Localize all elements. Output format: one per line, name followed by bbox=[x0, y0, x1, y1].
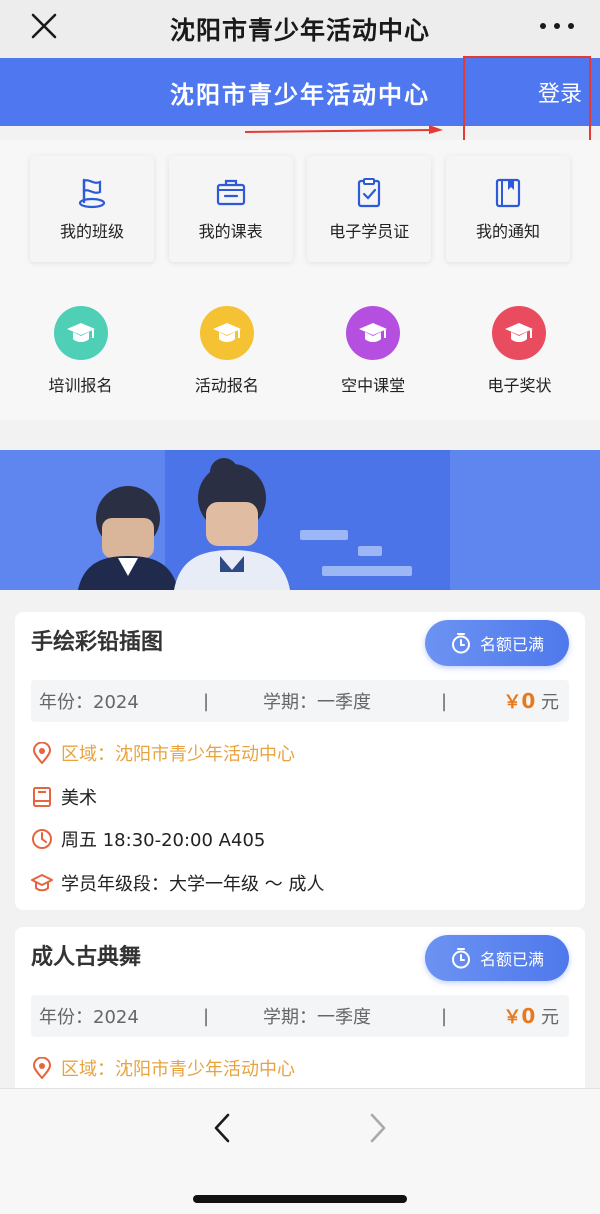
book-icon bbox=[33, 787, 51, 807]
banner-decoration bbox=[300, 530, 348, 540]
region-text: 区域：沈阳市青少年活动中心 bbox=[61, 1059, 295, 1080]
red-arrow-annotation bbox=[245, 125, 443, 134]
price-symbol: ￥ bbox=[503, 1007, 522, 1028]
notice-book-icon bbox=[495, 178, 521, 208]
banner-decoration bbox=[322, 566, 412, 576]
term-text: 学期：一季度 bbox=[263, 692, 371, 713]
time-line: 周五 18:30-20:00 A405 bbox=[31, 826, 265, 852]
service-label: 空中课堂 bbox=[341, 376, 406, 395]
stopwatch-icon bbox=[451, 948, 470, 969]
course-card[interactable]: 成人古典舞 名额已满 年份：2024 | 学期：一季度 | ￥0 元 区域：沈阳… bbox=[15, 927, 585, 1097]
browser-bottom-bar bbox=[0, 1088, 600, 1214]
separator: | bbox=[441, 1005, 448, 1027]
location-pin-icon bbox=[32, 1057, 52, 1079]
banner-decoration bbox=[358, 546, 382, 556]
category-text: 美术 bbox=[61, 788, 97, 809]
price-unit: 元 bbox=[541, 1007, 559, 1028]
separator: | bbox=[203, 690, 210, 712]
stopwatch-icon bbox=[451, 633, 470, 654]
student-card-icon bbox=[358, 178, 381, 208]
category-line: 美术 bbox=[31, 784, 97, 810]
graduation-cap-icon bbox=[492, 306, 547, 360]
login-highlight-box bbox=[463, 56, 591, 142]
price-text: ￥0 元 bbox=[503, 688, 559, 714]
year-text: 年份：2024 bbox=[39, 1007, 139, 1028]
my-notice-button[interactable]: 我的通知 bbox=[445, 156, 570, 262]
course-title: 手绘彩铅插图 bbox=[31, 630, 164, 655]
course-meta-bar: 年份：2024 | 学期：一季度 | ￥0 元 bbox=[31, 680, 569, 722]
service-label: 活动报名 bbox=[194, 376, 259, 395]
grade-line: 学员年级段：大学一年级 ～ 成人 bbox=[31, 870, 324, 896]
graduation-cap-icon bbox=[53, 306, 108, 360]
online-class-button[interactable]: 空中课堂 bbox=[311, 306, 436, 406]
price-symbol: ￥ bbox=[503, 692, 522, 713]
quick-menu-area: 我的班级 我的课表 电子学员证 我的通知 培训报名 活动报名 空中课堂 电子奖状 bbox=[0, 140, 600, 420]
more-dots-icon[interactable] bbox=[540, 14, 574, 38]
quick-menu-label: 我的课表 bbox=[198, 222, 263, 241]
time-text: 周五 18:30-20:00 A405 bbox=[61, 830, 266, 851]
service-label: 电子奖状 bbox=[487, 376, 552, 395]
grade-text: 学员年级段：大学一年级 ～ 成人 bbox=[61, 874, 325, 895]
price-value: 0 bbox=[521, 689, 536, 713]
wechat-page-title: 沈阳市青少年活动中心 bbox=[169, 16, 430, 45]
region-text: 区域：沈阳市青少年活动中心 bbox=[61, 744, 295, 765]
price-unit: 元 bbox=[541, 692, 559, 713]
activity-signup-button[interactable]: 活动报名 bbox=[164, 306, 289, 406]
close-icon[interactable] bbox=[28, 10, 60, 42]
term-text: 学期：一季度 bbox=[263, 1007, 371, 1028]
status-label: 名额已满 bbox=[479, 635, 544, 654]
quota-full-button[interactable]: 名额已满 bbox=[425, 620, 569, 666]
price-text: ￥0 元 bbox=[503, 1003, 559, 1029]
quota-full-button[interactable]: 名额已满 bbox=[425, 935, 569, 981]
home-indicator bbox=[193, 1195, 407, 1203]
graduation-cap-outline-icon bbox=[31, 874, 53, 892]
year-text: 年份：2024 bbox=[39, 692, 139, 713]
course-title: 成人古典舞 bbox=[31, 945, 142, 970]
wechat-title-bar: 沈阳市青少年活动中心 bbox=[0, 0, 600, 58]
quick-menu-label: 我的班级 bbox=[59, 222, 124, 241]
my-class-button[interactable]: 我的班级 bbox=[30, 156, 154, 262]
service-label: 培训报名 bbox=[48, 376, 113, 395]
quick-menu-row: 我的班级 我的课表 电子学员证 我的通知 bbox=[30, 156, 570, 262]
banner-children-illustration bbox=[78, 458, 290, 590]
clock-icon bbox=[32, 829, 52, 849]
class-flag-icon bbox=[78, 178, 106, 209]
separator: | bbox=[441, 690, 448, 712]
back-chevron-icon[interactable] bbox=[208, 1111, 238, 1145]
graduation-cap-icon bbox=[199, 306, 254, 360]
forward-chevron-icon[interactable] bbox=[362, 1111, 392, 1145]
e-certificate-button[interactable]: 电子奖状 bbox=[457, 306, 582, 406]
training-signup-button[interactable]: 培训报名 bbox=[18, 306, 143, 406]
quick-menu-label: 电子学员证 bbox=[329, 222, 410, 241]
course-meta-bar: 年份：2024 | 学期：一季度 | ￥0 元 bbox=[31, 995, 569, 1037]
separator: | bbox=[203, 1005, 210, 1027]
region-line: 区域：沈阳市青少年活动中心 bbox=[31, 1055, 295, 1081]
my-schedule-button[interactable]: 我的课表 bbox=[168, 156, 293, 262]
service-menu-row: 培训报名 活动报名 空中课堂 电子奖状 bbox=[18, 306, 582, 406]
location-pin-icon bbox=[32, 742, 52, 764]
schedule-icon bbox=[216, 179, 245, 206]
quick-menu-label: 我的通知 bbox=[475, 222, 540, 241]
status-label: 名额已满 bbox=[479, 950, 544, 969]
graduation-cap-icon bbox=[346, 306, 401, 360]
promo-banner[interactable] bbox=[0, 450, 600, 590]
app-title: 沈阳市青少年活动中心 bbox=[170, 80, 430, 109]
course-card[interactable]: 手绘彩铅插图 名额已满 年份：2024 | 学期：一季度 | ￥0 元 区域：沈… bbox=[15, 612, 585, 910]
region-line: 区域：沈阳市青少年活动中心 bbox=[31, 740, 295, 766]
price-value: 0 bbox=[521, 1004, 536, 1028]
student-card-button[interactable]: 电子学员证 bbox=[307, 156, 432, 262]
